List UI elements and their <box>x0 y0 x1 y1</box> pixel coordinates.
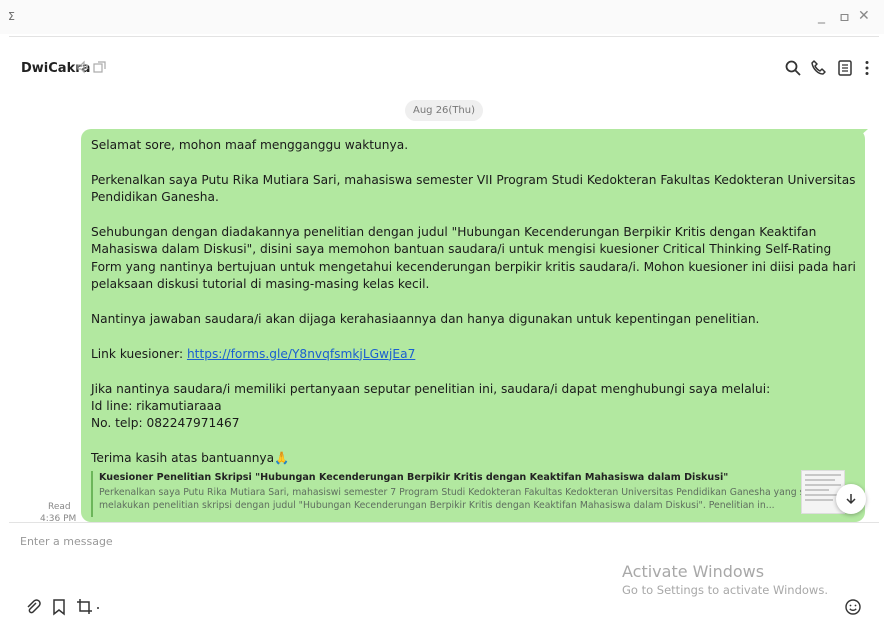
activate-windows-title: Activate Windows <box>622 562 765 581</box>
phone-icon[interactable] <box>810 59 828 77</box>
message-request: Sehubungan dengan diadakannya penelitian… <box>91 225 856 292</box>
message-bubble[interactable]: Selamat sore, mohon maaf mengganggu wakt… <box>81 129 865 522</box>
bubble-tail <box>852 129 868 143</box>
popout-icon[interactable] <box>93 59 106 78</box>
emoji-icon[interactable] <box>844 598 862 616</box>
screenshot-icon[interactable] <box>76 598 102 616</box>
close-window-button[interactable]: ✕ <box>858 8 870 24</box>
message-contact-line-id: Id line: rikamutiaraaa <box>91 399 222 414</box>
header-divider <box>9 36 879 37</box>
minimize-button[interactable]: _ <box>818 8 825 24</box>
notification-off-icon[interactable] <box>77 59 89 78</box>
questionnaire-link[interactable]: https://forms.gle/Y8nvqfsmkjLGwjEa7 <box>187 347 415 361</box>
message-closing: Terima kasih atas bantuannya🙏 <box>91 450 856 467</box>
search-icon[interactable] <box>784 59 802 77</box>
message-contact-phone: No. telp: 082247971467 <box>91 416 240 431</box>
link-preview-title: Kuesioner Penelitian Skripsi "Hubungan K… <box>99 472 729 483</box>
maximize-button[interactable]: ㅁ <box>838 8 851 28</box>
arrow-down-icon <box>846 494 856 505</box>
link-preview[interactable]: Kuesioner Penelitian Skripsi "Hubungan K… <box>91 471 853 517</box>
message-contact-intro: Jika nantinya saudara/i memiliki pertany… <box>91 381 771 396</box>
message-confidentiality: Nantinya jawaban saudara/i akan dijaga k… <box>91 312 760 327</box>
scroll-to-bottom-button[interactable] <box>836 484 866 514</box>
more-icon[interactable] <box>858 59 876 77</box>
message-greeting: Selamat sore, mohon maaf mengganggu wakt… <box>91 138 409 152</box>
read-receipt: Read <box>48 502 71 512</box>
closing-text: Terima kasih atas bantuannya <box>91 451 275 466</box>
message-input[interactable] <box>20 530 620 552</box>
app-logo-icon: ⵉ <box>8 10 15 23</box>
activate-windows-subtitle: Go to Settings to activate Windows. <box>622 583 828 597</box>
bookmark-icon[interactable] <box>50 598 68 616</box>
composer-divider <box>9 522 879 523</box>
link-preview-description: Perkenalkan saya Putu Rika Mutiara Sari,… <box>99 487 834 511</box>
chat-header: DwiCakra <box>0 50 884 86</box>
attach-icon[interactable] <box>24 598 42 616</box>
drawer-icon[interactable] <box>836 59 854 77</box>
praying-hands-icon: 🙏 <box>274 451 290 466</box>
link-prefix: Link kuesioner: <box>91 346 187 361</box>
date-divider: Aug 26(Thu) <box>405 100 483 121</box>
message-introduction: Perkenalkan saya Putu Rika Mutiara Sari,… <box>91 172 856 205</box>
message-link-line: Link kuesioner: https://forms.gle/Y8nvqf… <box>91 346 856 363</box>
title-bar: ⵉ _ ㅁ ✕ <box>0 0 884 34</box>
